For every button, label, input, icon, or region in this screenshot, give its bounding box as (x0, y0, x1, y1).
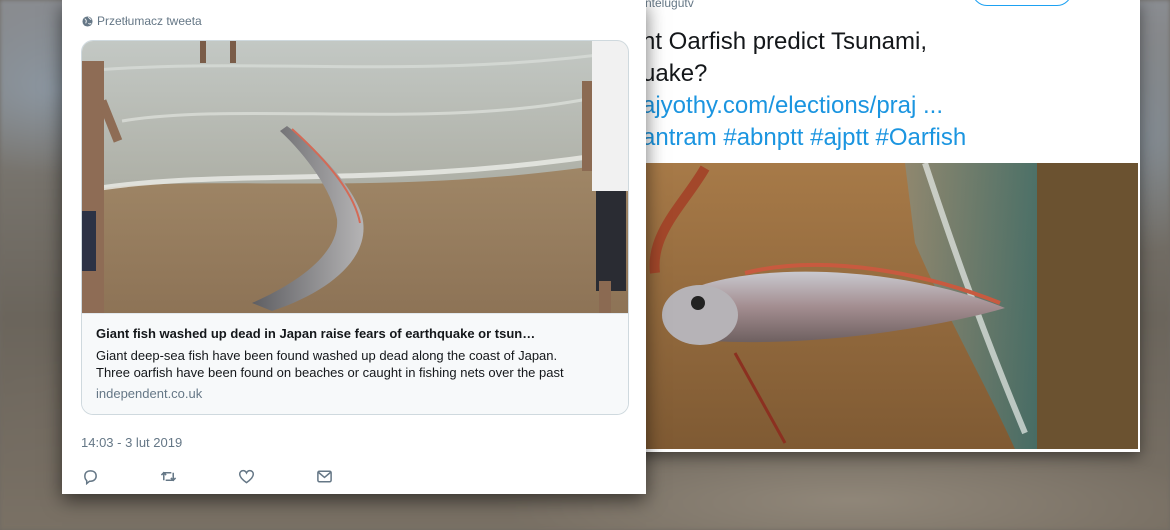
globe-icon (82, 15, 93, 27)
oarfish-photo[interactable] (645, 163, 1138, 449)
tweet-text-line: nt Oarfish predict Tsunami, (642, 28, 928, 55)
like-button[interactable] (238, 466, 316, 486)
tweet-timestamp[interactable]: 14:03 - 3 lut 2019 (81, 435, 182, 450)
link-preview-text: Giant fish washed up dead in Japan raise… (82, 313, 628, 414)
translate-tweet-link[interactable]: Przetłumacz tweeta (82, 14, 202, 28)
tweet-actions (82, 466, 394, 486)
link-preview-card[interactable]: Giant fish washed up dead in Japan raise… (81, 40, 629, 415)
tweet-card: ‾ ‾ ‾ ‾ ‾ ‾ ‾ ‾ ‾ Przetłumacz tweeta (62, 0, 646, 494)
background-tweet-card: ntelugutv nt Oarfish predict Tsunami, ua… (605, 0, 1140, 452)
description-line: Three oarfish have been found on beaches… (96, 365, 564, 380)
tweet-text-line: uake? (642, 60, 708, 87)
heart-icon (238, 469, 255, 484)
tweet-hashtags[interactable]: antram #abnptt #ajptt #Oarfish (642, 124, 966, 152)
reply-icon (84, 469, 97, 485)
tweet-username[interactable]: ntelugutv (645, 0, 694, 10)
link-preview-domain[interactable]: independent.co.uk (96, 386, 614, 401)
link-preview-description: Giant deep-sea fish have been found wash… (96, 347, 614, 381)
follow-button[interactable] (972, 0, 1072, 6)
description-line: Giant deep-sea fish have been found wash… (96, 348, 558, 363)
link-preview-title[interactable]: Giant fish washed up dead in Japan raise… (96, 326, 614, 341)
reply-button[interactable] (82, 466, 160, 486)
retweet-icon (160, 471, 177, 481)
link-preview-image[interactable] (82, 41, 628, 313)
tweet-link[interactable]: ajyothy.com/elections/praj ... (642, 92, 943, 120)
translate-label[interactable]: Przetłumacz tweeta (97, 14, 202, 28)
direct-message-button[interactable] (316, 466, 394, 486)
retweet-button[interactable] (160, 466, 238, 486)
cropped-tweet-text: ‾ ‾ ‾ ‾ ‾ ‾ ‾ ‾ ‾ (227, 0, 380, 11)
mail-icon (317, 470, 332, 482)
